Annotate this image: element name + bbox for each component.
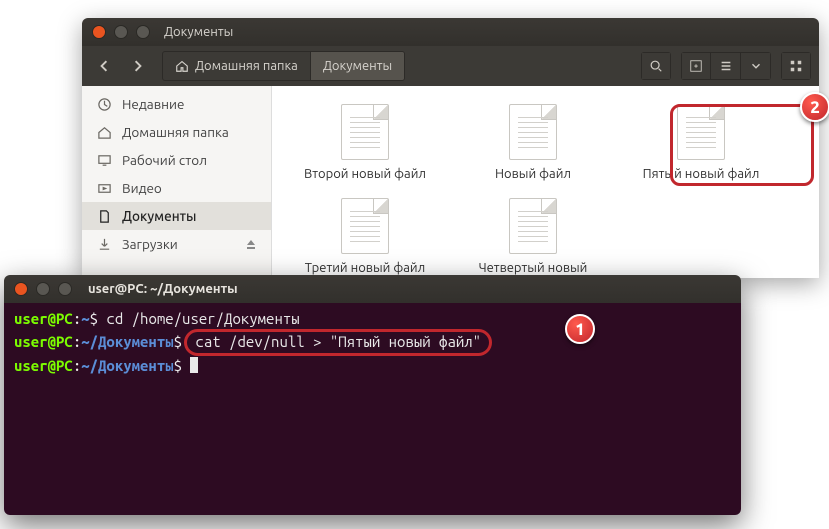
command-cd: cd /home/user/Документы [106,310,299,327]
prompt-path: ~ [81,310,89,327]
grid-icon [789,59,803,73]
chevron-right-icon [132,60,144,72]
terminal-title: user@PC: ~/Документы [88,282,238,296]
window-title: Документы [164,25,233,39]
sidebar: Недавние Домашняя папка Рабочий стол Вид… [82,86,272,278]
sidebar-item-label: Рабочий стол [122,152,207,168]
sidebar-item-label: Загрузки [122,236,178,252]
file-item[interactable]: Четвертый новый файл [458,194,608,278]
text-file-icon [509,104,557,160]
sidebar-item-videos[interactable]: Видео [82,174,271,202]
window-maximize-button[interactable] [136,25,150,39]
term-titlebar: user@PC: ~/Документы [4,275,741,303]
step-badge-1: 1 [565,314,595,344]
window-close-button[interactable] [92,25,106,39]
nav-back-button[interactable] [90,52,118,80]
eject-icon[interactable] [245,238,257,250]
zoom-icon [689,59,703,73]
text-file-icon [677,104,725,160]
sidebar-item-home[interactable]: Домашняя папка [82,118,271,146]
view-list-button[interactable] [711,52,741,80]
file-item[interactable]: Пятый новый файл [626,100,776,186]
sidebar-item-desktop[interactable]: Рабочий стол [82,146,271,174]
fm-toolbar: Домашняя папка Документы [82,46,819,86]
prompt-user: user@PC [14,357,73,374]
file-label: Новый файл [495,166,571,182]
prompt-path: ~/Документы [81,333,173,350]
file-item[interactable]: Второй новый файл [290,100,440,186]
zoom-button[interactable] [681,52,711,80]
nav-forward-button[interactable] [124,52,152,80]
highlight-step-1: cat /dev/null > "Пятый новый файл" [184,329,492,355]
search-button[interactable] [641,52,671,80]
sidebar-item-downloads[interactable]: Загрузки [82,230,271,258]
download-icon [96,237,112,252]
sidebar-item-label: Видео [122,180,162,196]
text-file-icon [341,104,389,160]
clock-icon [96,97,112,112]
sidebar-item-label: Недавние [122,96,185,112]
home-icon [96,125,112,140]
window-maximize-button[interactable] [58,282,72,296]
prompt-path: ~/Документы [81,357,173,374]
window-close-button[interactable] [14,282,28,296]
breadcrumb-home[interactable]: Домашняя папка [163,52,310,80]
desktop-icon [96,153,112,168]
sidebar-item-label: Домашняя папка [122,124,229,140]
text-file-icon [509,198,557,254]
file-item[interactable]: Новый файл [458,100,608,186]
fm-titlebar: Документы [82,18,819,46]
sidebar-item-documents[interactable]: Документы [82,202,271,230]
terminal-body[interactable]: user@PC:~$ cd /home/user/Документы user@… [4,303,741,515]
file-label: Второй новый файл [304,166,426,182]
file-item[interactable]: Третий новый файл [290,194,440,278]
document-icon [96,209,112,224]
breadcrumb-home-label: Домашняя папка [195,59,298,73]
breadcrumb: Домашняя папка Документы [162,51,405,81]
sidebar-item-recent[interactable]: Недавние [82,90,271,118]
terminal-cursor [190,357,198,373]
sidebar-item-label: Документы [122,208,196,224]
command-cat: cat /dev/null > "Пятый новый файл" [195,333,481,350]
breadcrumb-current[interactable]: Документы [310,52,404,80]
file-label: Пятый новый файл [643,166,760,182]
step-badge-2: 2 [800,92,829,122]
search-icon [649,59,663,73]
chevron-left-icon [98,60,110,72]
prompt-user: user@PC [14,333,73,350]
chevron-down-icon [749,59,763,73]
breadcrumb-current-label: Документы [323,59,392,73]
terminal-window: user@PC: ~/Документы user@PC:~$ cd /home… [4,275,741,515]
view-menu-button[interactable] [741,52,771,80]
list-icon [719,59,733,73]
files-pane: Второй новый файл Новый файл Пятый новый… [272,86,819,278]
window-minimize-button[interactable] [114,25,128,39]
text-file-icon [341,198,389,254]
file-manager-window: Документы Домашняя папка Документы [82,18,819,278]
video-icon [96,181,112,196]
home-icon [175,59,189,73]
view-grid-button[interactable] [781,52,811,80]
window-minimize-button[interactable] [36,282,50,296]
prompt-user: user@PC [14,310,73,327]
